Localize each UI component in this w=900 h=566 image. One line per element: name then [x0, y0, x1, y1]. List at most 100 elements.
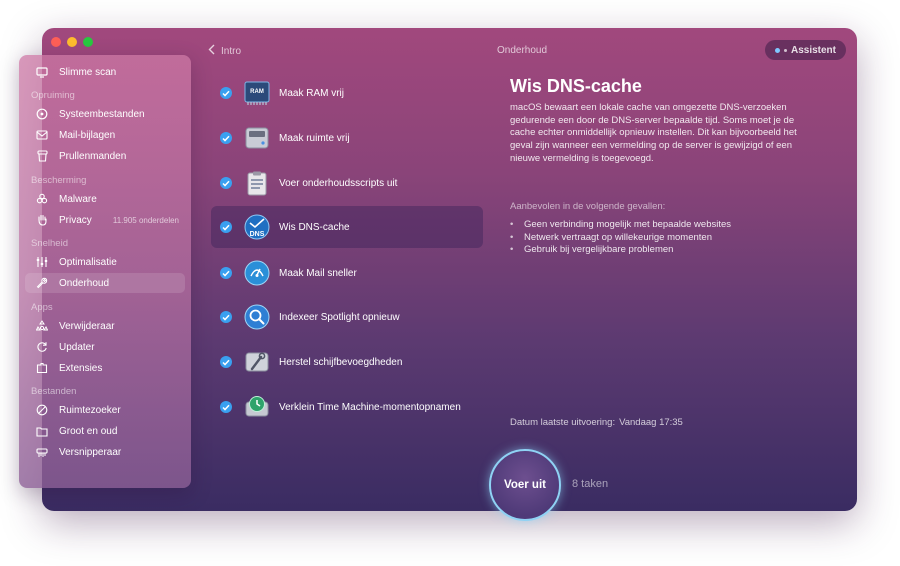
sidebar-item-label: Malware — [59, 193, 97, 205]
last-run-value: Vandaag 17:35 — [619, 417, 683, 428]
task-item-spotlight[interactable]: Indexeer Spotlight opnieuw — [211, 296, 483, 338]
dns-icon-text: DNS — [250, 231, 265, 238]
task-label: Maak ruimte vrij — [279, 132, 350, 144]
checkmark-icon[interactable] — [220, 401, 232, 413]
assistant-label: Assistent — [790, 44, 836, 56]
sidebar-section-bescherming: Bescherming — [31, 175, 87, 186]
sidebar-item-privacy[interactable]: Privacy 11.905 onderdelen — [25, 210, 185, 230]
sidebar-item-extensies[interactable]: Extensies — [25, 358, 185, 378]
task-item-scripts[interactable]: Voer onderhoudsscripts uit — [211, 162, 483, 204]
detail-title: Wis DNS-cache — [510, 76, 642, 96]
assistant-dot-icon — [774, 47, 780, 53]
sidebar-section-apps: Apps — [31, 302, 53, 313]
list-item: Netwerk vertraagt op willekeurige moment… — [510, 232, 731, 245]
page-title: Onderhoud — [497, 45, 548, 56]
ram-icon: RAM — [244, 80, 270, 106]
back-label: Intro — [221, 45, 242, 57]
task-label: Verklein Time Machine-momentopnamen — [279, 401, 461, 413]
window-controls — [51, 37, 93, 47]
sidebar-item-optimalisatie[interactable]: Optimalisatie — [25, 252, 185, 272]
assistant-small-dot-icon — [783, 48, 787, 52]
chevron-left-icon — [208, 44, 215, 58]
dns-icon: DNS — [244, 214, 270, 240]
sidebar-item-updater[interactable]: Updater — [25, 337, 185, 357]
last-run-label: Datum laatste uitvoering: — [510, 417, 616, 428]
sidebar-item-verwijderaar[interactable]: Verwijderaar — [25, 316, 185, 336]
checkmark-icon[interactable] — [220, 356, 232, 368]
sidebar-item-malware[interactable]: Malware — [25, 189, 185, 209]
zoom-window-button[interactable] — [83, 37, 93, 47]
apps-icon — [31, 320, 53, 332]
sidebar-section-bestanden: Bestanden — [31, 386, 77, 397]
task-label: Maak RAM vrij — [279, 87, 345, 99]
drive-icon — [244, 125, 270, 151]
ram-icon-text: RAM — [250, 89, 264, 95]
mail-speed-icon — [244, 260, 270, 286]
minimize-window-button[interactable] — [67, 37, 77, 47]
checkmark-icon[interactable] — [220, 267, 232, 279]
run-button[interactable]: Voer uit — [489, 449, 561, 521]
extension-icon — [31, 362, 53, 374]
sidebar-item-label: Optimalisatie — [59, 256, 117, 268]
sidebar-item-label: Slimme scan — [59, 66, 117, 78]
sidebar-item-mail-bijlagen[interactable]: Mail-bijlagen — [25, 125, 185, 145]
sidebar-item-slimme-scan[interactable]: Slimme scan — [25, 62, 185, 82]
task-item-time-machine[interactable]: Verklein Time Machine-momentopnamen — [211, 386, 483, 428]
hand-icon — [31, 214, 53, 226]
checkmark-icon[interactable] — [220, 177, 232, 189]
sidebar-item-versnipperaar[interactable]: Versnipperaar — [25, 442, 185, 462]
task-item-schijf[interactable]: Herstel schijfbevoegdheden — [211, 341, 483, 383]
sidebar-item-label: Extensies — [59, 362, 103, 374]
back-button[interactable]: Intro — [208, 44, 241, 58]
sidebar-item-label: Groot en oud — [59, 425, 118, 437]
task-label: Voer onderhoudsscripts uit — [279, 177, 398, 189]
recommended-heading: Aanbevolen in de volgende gevallen: — [510, 201, 666, 212]
pie-icon — [31, 404, 53, 416]
task-label: Indexeer Spotlight opnieuw — [279, 311, 400, 323]
sidebar-section-snelheid: Snelheid — [31, 238, 68, 249]
clipboard-icon — [244, 170, 270, 196]
checkmark-icon[interactable] — [220, 311, 232, 323]
time-machine-icon — [244, 394, 270, 420]
sidebar-item-systeembestanden[interactable]: Systeembestanden — [25, 104, 185, 124]
task-item-ruimte[interactable]: Maak ruimte vrij — [211, 117, 483, 159]
shredder-icon — [31, 446, 53, 458]
task-label: Herstel schijfbevoegdheden — [279, 356, 403, 368]
sidebar-item-onderhoud[interactable]: Onderhoud — [25, 273, 185, 293]
checkmark-icon[interactable] — [220, 221, 232, 233]
assistant-button[interactable]: Assistent — [765, 40, 846, 60]
recommended-list: Geen verbinding mogelijk met bepaalde we… — [510, 219, 731, 257]
detail-description: macOS bewaart een lokale cache van omgez… — [510, 102, 797, 164]
envelope-icon — [31, 130, 53, 140]
sidebar-item-label: Onderhoud — [59, 277, 110, 289]
sidebar-item-groot-en-oud[interactable]: Groot en oud — [25, 421, 185, 441]
sidebar-item-label: Prullenmanden — [59, 150, 127, 162]
disk-repair-icon — [244, 349, 270, 375]
sidebar-item-ruimtezoeker[interactable]: Ruimtezoeker — [25, 400, 185, 420]
checkmark-icon[interactable] — [220, 132, 232, 144]
close-window-button[interactable] — [51, 37, 61, 47]
task-item-ram[interactable]: RAM Maak RAM vrij — [211, 72, 483, 114]
task-label: Wis DNS-cache — [279, 221, 350, 233]
checkmark-icon[interactable] — [220, 87, 232, 99]
sidebar-item-label: Updater — [59, 341, 95, 353]
sidebar-item-label: Systeembestanden — [59, 108, 145, 120]
trash-icon — [31, 150, 53, 162]
last-run: Datum laatste uitvoering: Vandaag 17:35 — [510, 417, 683, 428]
monitor-icon — [31, 66, 53, 78]
task-label: Maak Mail sneller — [279, 267, 357, 279]
task-item-mail[interactable]: Maak Mail sneller — [211, 252, 483, 294]
biohazard-icon — [31, 193, 53, 205]
disc-icon — [31, 108, 53, 120]
sidebar: Slimme scan Opruiming Systeembestanden M… — [19, 55, 191, 488]
sidebar-item-label: Versnipperaar — [59, 446, 122, 458]
list-item: Gebruik bij vergelijkbare problemen — [510, 244, 731, 257]
wrench-icon — [31, 277, 53, 289]
sidebar-item-prullenmanden[interactable]: Prullenmanden — [25, 146, 185, 166]
spotlight-icon — [244, 304, 270, 330]
sidebar-item-label: Ruimtezoeker — [59, 404, 121, 416]
sidebar-section-opruiming: Opruiming — [31, 90, 75, 101]
sidebar-item-label: Verwijderaar — [59, 320, 115, 332]
list-item: Geen verbinding mogelijk met bepaalde we… — [510, 219, 731, 232]
task-item-dns[interactable]: DNS Wis DNS-cache — [211, 206, 483, 248]
